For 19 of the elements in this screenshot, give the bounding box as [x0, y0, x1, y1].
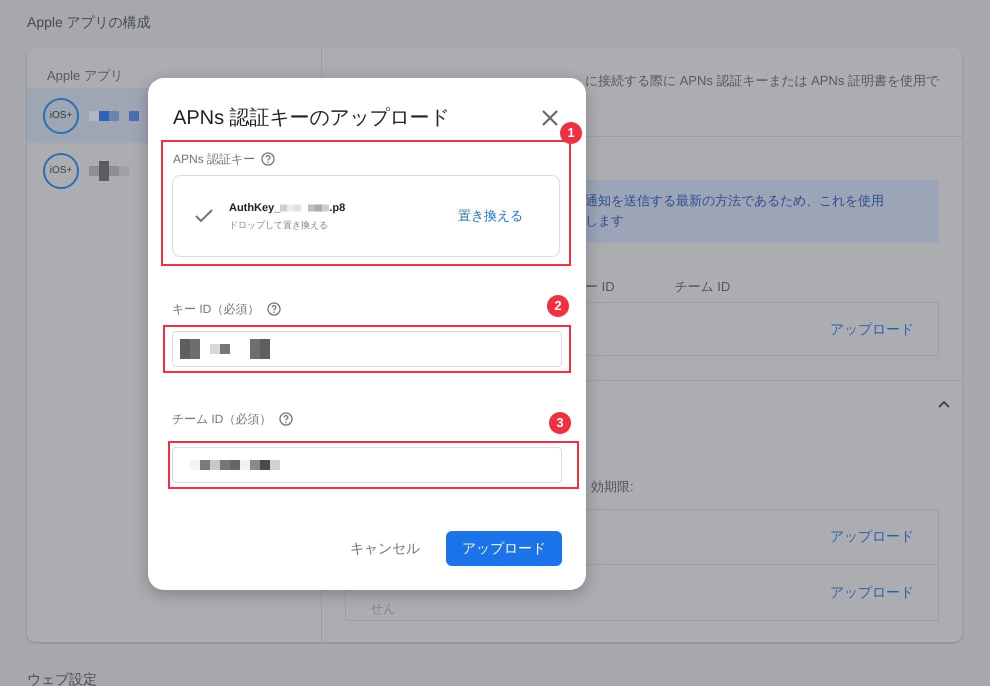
ios-badge: iOS+	[43, 152, 79, 188]
ios-badge: iOS+	[43, 98, 79, 134]
section-title: ウェブ設定	[27, 670, 98, 686]
file-name: AuthKey_	[229, 200, 280, 216]
field-label: キー ID（必須）	[172, 301, 260, 318]
drop-hint: ドロップして置き換える	[229, 218, 329, 232]
field-label: チーム ID（必須）	[172, 411, 272, 428]
field-label: APNs 認証キー	[173, 151, 256, 168]
description-text: に接続する際に APNs 認証キーまたは APNs 証明書を使用で	[585, 72, 940, 90]
annotation-number: 3	[549, 412, 571, 434]
expiry-label: 効期限:	[590, 478, 635, 496]
column-header: チーム ID	[674, 278, 730, 295]
file-extension: .p8	[329, 200, 346, 216]
column-header: ー ID	[585, 278, 615, 295]
dialog-title: APNs 認証キーのアップロード	[173, 106, 450, 131]
page-title: Apple アプリの構成	[27, 13, 152, 32]
apps-header: Apple アプリ	[46, 67, 124, 85]
annotation-number: 2	[547, 295, 569, 317]
annotation-number: 1	[560, 122, 582, 144]
